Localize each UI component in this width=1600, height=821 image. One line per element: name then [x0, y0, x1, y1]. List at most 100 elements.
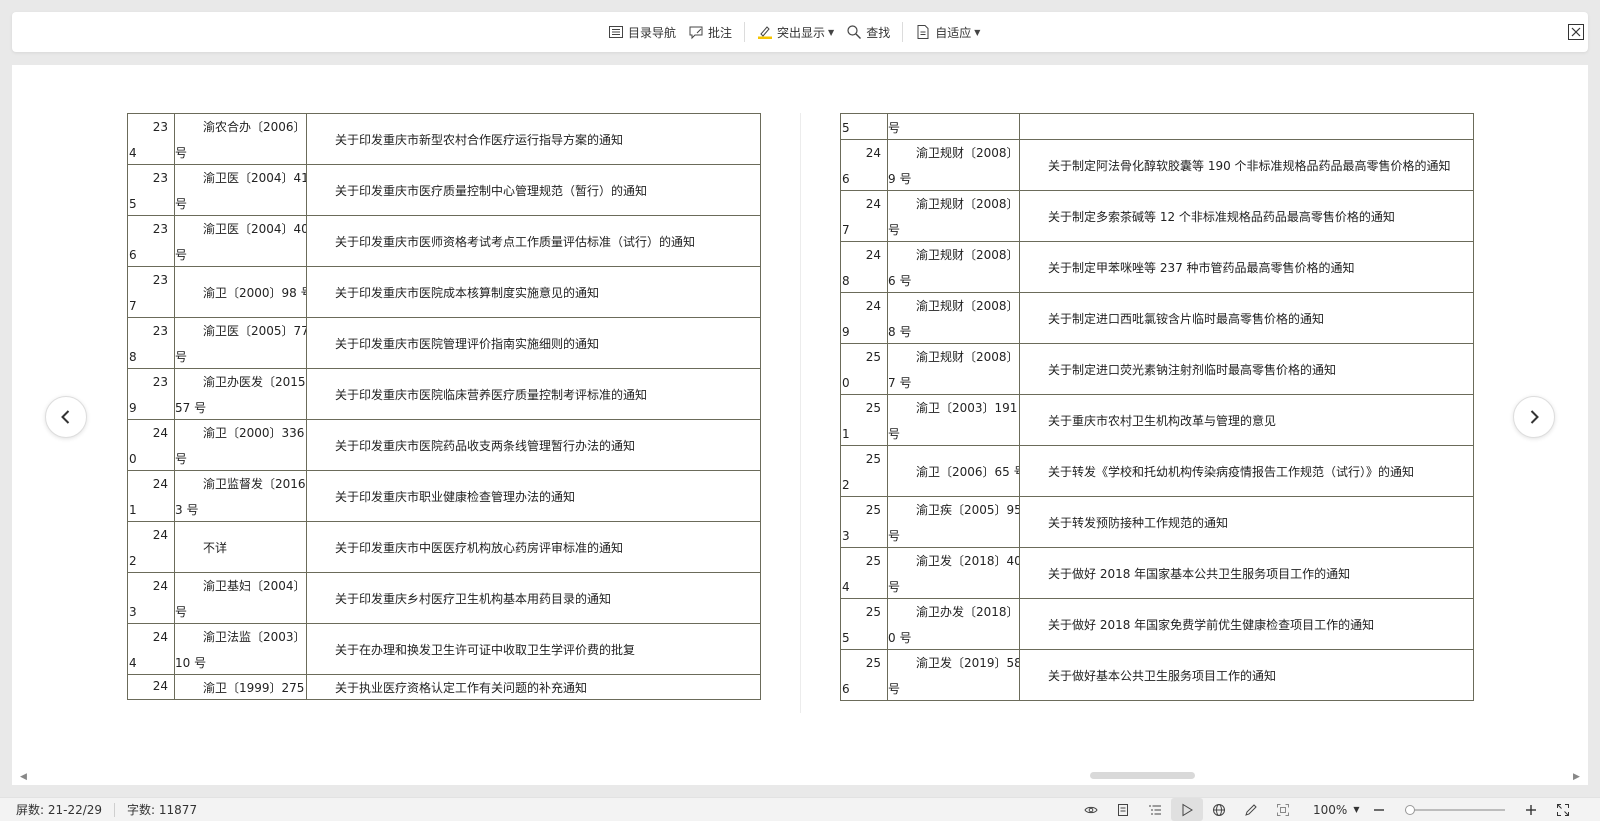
minus-icon	[1374, 808, 1385, 811]
reading-mode-button[interactable]	[1171, 798, 1203, 821]
table-row: 25 0 渝卫规财〔2008〕2 7 号 关于制定进口荧光素钠注射剂临时最高零售价格的通…	[840, 343, 1474, 395]
doc-number: 渝卫办医发〔2015〕	[203, 375, 307, 389]
doc-number: 渝卫〔2006〕65 号	[916, 464, 1020, 479]
doc-number: 渝卫规财〔2008〕2	[916, 146, 1020, 160]
row-number-part: 2	[129, 554, 137, 568]
doc-title-cell: 关于转发预防接种工作规范的通知	[1019, 496, 1474, 548]
table-row: 24 8 渝卫规财〔2008〕6 6 号 关于制定甲苯咪唑等 237 种市管药品最高零售…	[840, 241, 1474, 293]
outline-view-button[interactable]	[1139, 798, 1171, 821]
row-number-part: 7	[842, 223, 850, 237]
row-number-part: 25	[865, 452, 881, 466]
prev-page-button[interactable]	[45, 396, 87, 438]
left-page-table: 23 4 渝农合办〔2006〕6 号关于印发重庆市新型农村合作医疗运行指导方案的通知 2…	[127, 113, 761, 700]
table-row: 24 6 渝卫规财〔2008〕2 9 号 关于制定阿法骨化醇软胶囊等 190 个非标准规…	[840, 139, 1474, 191]
scroll-left-arrow[interactable]: ◀	[20, 772, 27, 782]
row-number-part: 6	[129, 248, 137, 262]
table-row: 23 5 渝卫医〔2004〕41 号 关于印发重庆市医疗质量控制中心管理规范（暂行）的通…	[127, 164, 761, 216]
table-row: 24 7 渝卫规财〔2008〕9 号 关于制定多索茶碱等 12 个非标准规格品药品最高零…	[840, 190, 1474, 242]
toc-nav-button[interactable]: 目录导航	[602, 18, 682, 46]
doc-title-cell: 关于制定甲苯咪唑等 237 种市管药品最高零售价格的通知	[1019, 241, 1474, 293]
list-icon	[609, 26, 623, 38]
fullscreen-button[interactable]	[1547, 798, 1579, 821]
doc-number-cell: 渝卫〔1999〕275	[174, 674, 307, 700]
doc-title-cell: 关于印发重庆市医院临床营养医疗质量控制考评标准的通知	[306, 368, 761, 420]
scroll-right-arrow[interactable]: ▶	[1573, 772, 1580, 782]
zoom-select[interactable]: 100% ▼	[1313, 803, 1359, 817]
table-row: 23 9 渝卫办医发〔2015〕 57 号 关于印发重庆市医院临床营养医疗质量控制考评标…	[127, 368, 761, 420]
fit-button[interactable]: 自适应 ▼	[909, 18, 986, 46]
highlight-button[interactable]: 突出显示 ▼	[751, 18, 840, 46]
doc-number-cont: 0 号	[888, 631, 912, 645]
row-number-part: 23	[152, 120, 168, 134]
doc-number-cell: 号	[887, 113, 1020, 140]
doc-number-cell: 渝卫医〔2004〕41 号	[174, 164, 307, 216]
fit-page-button[interactable]	[1267, 798, 1299, 821]
page-icon	[1118, 803, 1128, 816]
zoom-out-button[interactable]	[1363, 798, 1395, 821]
doc-number-cell: 不详	[174, 521, 307, 573]
doc-title-cell: 关于印发重庆乡村医疗卫生机构基本用药目录的通知	[306, 572, 761, 624]
doc-number: 渝卫〔2000〕98 号	[203, 285, 307, 300]
table-row: 24 1 渝卫监督发〔2016〕 3 号 关于印发重庆市职业健康检查管理办法的通知	[127, 470, 761, 522]
highlight-label: 突出显示	[777, 25, 826, 40]
eye-protection-button[interactable]	[1075, 798, 1107, 821]
doc-title-cell: 关于制定进口荧光素钠注射剂临时最高零售价格的通知	[1019, 343, 1474, 395]
next-page-button[interactable]	[1513, 396, 1555, 438]
doc-number: 渝卫规财〔2008〕2	[916, 350, 1020, 364]
row-number-cell: 24 8	[840, 241, 888, 293]
doc-number: 渝卫发〔2018〕40	[916, 554, 1020, 568]
row-number-cell: 25 1	[840, 394, 888, 446]
table-row: 23 4 渝农合办〔2006〕6 号 关于印发重庆市新型农村合作医疗运行指导方案的通知	[127, 113, 761, 165]
chevron-left-icon	[61, 410, 70, 424]
comment-button[interactable]: 批注	[682, 18, 738, 46]
row-number-cell: 24 7	[840, 190, 888, 242]
row-number-cell: 5	[840, 113, 888, 140]
doc-title: 关于印发重庆市医院药品收支两条线管理暂行办法的通知	[335, 438, 636, 453]
row-number-cell: 24 6	[840, 139, 888, 191]
doc-title: 关于印发重庆市医院管理评价指南实施细则的通知	[335, 336, 600, 351]
doc-number: 渝卫规财〔2008〕9	[916, 197, 1020, 211]
row-number-cell: 23 8	[127, 317, 175, 369]
doc-title-cell: 关于做好 2018 年国家免费学前优生健康检查项目工作的通知	[1019, 598, 1474, 650]
zoom-slider-handle[interactable]	[1405, 804, 1416, 815]
fit-label: 自适应	[935, 25, 972, 40]
status-divider	[114, 802, 116, 817]
doc-title: 关于印发重庆市职业健康检查管理办法的通知	[335, 489, 576, 504]
doc-title-cell: 关于重庆市农村卫生机构改革与管理的意见	[1019, 394, 1474, 446]
doc-number-cont: 10 号	[175, 656, 207, 670]
doc-number: 渝卫监督发〔2016〕	[203, 477, 307, 491]
doc-title: 关于制定进口荧光素钠注射剂临时最高零售价格的通知	[1048, 362, 1337, 377]
doc-number-cont: 7 号	[888, 376, 912, 390]
outline-icon	[1149, 805, 1161, 814]
table-row: 25 6 渝卫发〔2019〕58 号 关于做好基本公共卫生服务项目工作的通知	[840, 649, 1474, 701]
table-row: 25 2 渝卫〔2006〕65 号 关于转发《学校和托幼机构传染病疫情报告工作规范（试…	[840, 445, 1474, 497]
zoom-in-button[interactable]	[1515, 798, 1547, 821]
row-number-part: 4	[842, 580, 850, 594]
doc-title: 关于做好 2018 年国家基本公共卫生服务项目工作的通知	[1048, 566, 1351, 581]
row-number-cell: 23 7	[127, 266, 175, 318]
close-icon[interactable]	[1568, 24, 1584, 40]
doc-number: 渝卫医〔2004〕41	[203, 171, 307, 185]
zoom-slider[interactable]	[1405, 804, 1506, 815]
row-number-cell: 24 2	[127, 521, 175, 573]
eye-icon	[1084, 806, 1098, 813]
row-number-cell: 25 4	[840, 547, 888, 599]
doc-title: 关于制定阿法骨化醇软胶囊等 190 个非标准规格品药品最高零售价格的通知	[1048, 158, 1451, 173]
table-row: 24 9 渝卫规财〔2008〕2 8 号 关于制定进口西吡氯铵含片临时最高零售价格的通知	[840, 292, 1474, 344]
row-number-part: 24	[865, 197, 881, 211]
table-row: 23 6 渝卫医〔2004〕40 号 关于印发重庆市医师资格考试考点工作质量评估标准（试…	[127, 215, 761, 267]
row-number-part: 23	[152, 171, 168, 185]
doc-number: 渝卫〔2003〕191	[916, 401, 1018, 415]
doc-number-cell: 渝卫规财〔2008〕9 号	[887, 190, 1020, 242]
row-number-part: 24	[865, 299, 881, 313]
doc-number-cont: 号	[888, 580, 901, 594]
write-mode-button[interactable]	[1235, 798, 1267, 821]
doc-title: 关于执业医疗资格认定工作有关问题的补充通知	[335, 680, 588, 695]
chevron-down-icon: ▼	[1353, 805, 1360, 814]
web-view-button[interactable]	[1203, 798, 1235, 821]
horizontal-scrollbar-thumb[interactable]	[1090, 772, 1195, 779]
page-view-button[interactable]	[1107, 798, 1139, 821]
row-number-part: 1	[129, 503, 137, 517]
doc-title-cell: 关于印发重庆市医疗质量控制中心管理规范（暂行）的通知	[306, 164, 761, 216]
find-button[interactable]: 查找	[840, 18, 896, 46]
